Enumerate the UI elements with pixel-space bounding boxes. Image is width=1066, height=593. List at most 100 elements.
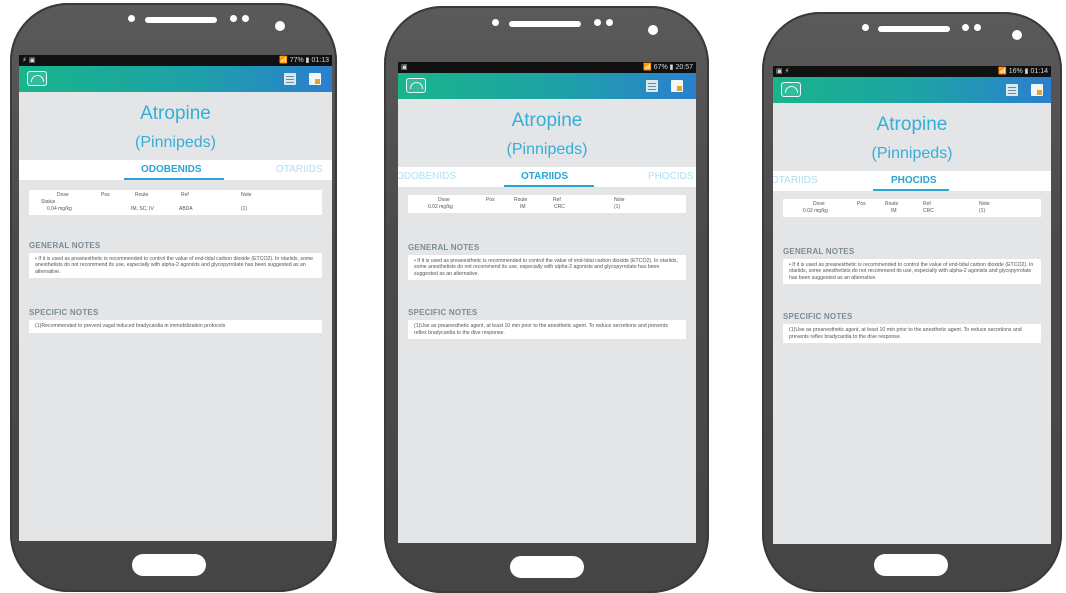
phone-sensor [492, 19, 499, 26]
tab-phocids[interactable]: PHOCIDS [891, 175, 937, 186]
phone-sensor [242, 15, 249, 22]
phone-sensor [230, 15, 237, 22]
route-value: IM [520, 204, 526, 210]
general-notes-heading: GENERAL NOTES [408, 243, 480, 252]
status-left: ▣ ⚡ [776, 68, 790, 75]
status-right: 📶 77% ▮ 01:13 [279, 57, 329, 64]
general-notes-text: • If it is used as preanesthetic is reco… [29, 253, 322, 279]
app-screen: ⚡ ▣ 📶 77% ▮ 01:13 Atropine (Pinnipeds) O… [19, 55, 332, 541]
tab-odobenids[interactable]: ODOBENIDS [141, 164, 202, 175]
active-tab-indicator [873, 189, 949, 191]
specific-notes-text: (1)Use as preanesthetic agent, at least … [783, 324, 1041, 344]
app-bar [19, 66, 332, 92]
specific-notes-heading: SPECIFIC NOTES [408, 308, 478, 318]
specific-notes-heading: SPECIFIC NOTES [783, 312, 853, 322]
app-logo-icon[interactable] [27, 71, 47, 86]
col-ref: Ref [553, 197, 561, 203]
front-camera [1012, 30, 1022, 40]
general-notes-text: • If it is used as preanesthetic is reco… [408, 255, 686, 281]
edit-note-icon[interactable] [309, 73, 321, 85]
front-camera [648, 25, 658, 35]
dose-value-row: 0.04 mg/kg IM, SC, IV ABDA (1) [29, 206, 322, 213]
specific-notes-text: (1)Recommended to prevent vagal induced … [29, 320, 322, 333]
phone-sensor [128, 15, 135, 22]
dose-header-row: Dose Pos Route Ref Note [783, 201, 1041, 208]
home-button[interactable] [132, 554, 206, 576]
drug-subtitle: (Pinnipeds) [506, 141, 588, 158]
status-left: ▣ [401, 64, 408, 71]
ref-value: CRC [923, 208, 934, 214]
note-value: (1) [241, 206, 248, 212]
phone-speaker [509, 21, 581, 27]
phone-sensor [862, 24, 869, 31]
app-logo-icon[interactable] [406, 78, 426, 93]
phone-sensor [974, 24, 981, 31]
dose-value: 0.02 mg/kg [803, 208, 828, 214]
note-value: (1) [614, 204, 621, 210]
route-value: IM, SC, IV [131, 206, 154, 212]
dose-header-row: Dose Pos Route Ref Note [408, 197, 686, 204]
status-bar: ▣ ⚡ 📶 16% ▮ 01:14 [773, 66, 1051, 77]
app-bar [773, 77, 1051, 103]
tab-otariids[interactable]: OTARIIDS [521, 171, 568, 182]
dose-value: 0.04 mg/kg [47, 206, 72, 212]
status-bar: ▣ 📶 67% ▮ 20:57 [398, 62, 696, 73]
specific-notes-text: (1)Use as preanesthetic agent, at least … [408, 320, 686, 340]
app-screen: ▣ 📶 67% ▮ 20:57 Atropine (Pinnipeds) ODO… [398, 62, 696, 543]
note-value: (1) [979, 208, 986, 214]
col-dose: Dose [438, 197, 450, 203]
drug-title: Atropine [876, 114, 948, 135]
front-camera [275, 21, 285, 31]
col-route: Route [135, 192, 149, 198]
dose-table: Dose Pos Route Ref Note 0.02 mg/kg IM CR… [408, 195, 686, 213]
col-status: Status [41, 199, 56, 205]
phone-speaker [145, 17, 217, 23]
specific-notes-heading: SPECIFIC NOTES [29, 308, 99, 318]
general-notes-heading: GENERAL NOTES [783, 247, 855, 256]
list-icon[interactable] [284, 73, 296, 85]
col-dose: Dose [813, 201, 825, 207]
dose-value-row: 0.02 mg/kg IM CRC (1) [408, 204, 686, 211]
app-logo-icon[interactable] [781, 82, 801, 97]
status-bar: ⚡ ▣ 📶 77% ▮ 01:13 [19, 55, 332, 66]
phone-sensor [606, 19, 613, 26]
col-pos: Pos [101, 192, 110, 198]
list-icon[interactable] [1006, 84, 1018, 96]
dose-header-row-2: Status [29, 199, 322, 206]
col-ref: Ref [923, 201, 931, 207]
drug-title: Atropine [511, 110, 583, 131]
edit-note-icon[interactable] [671, 80, 683, 92]
list-icon[interactable] [646, 80, 658, 92]
ref-value: CRC [554, 204, 565, 210]
tab-phocids[interactable]: PHOCIDS [648, 171, 694, 182]
home-button[interactable] [510, 556, 584, 578]
status-right: 📶 16% ▮ 01:14 [998, 68, 1048, 75]
general-notes-heading: GENERAL NOTES [29, 241, 101, 250]
tab-otariids[interactable]: OTARIIDS [773, 175, 817, 186]
home-button[interactable] [874, 554, 948, 576]
phone-otariids: ▣ 📶 67% ▮ 20:57 Atropine (Pinnipeds) ODO… [384, 6, 709, 593]
general-notes-text: • If it is used as preanesthetic is reco… [783, 259, 1041, 285]
app-bar [398, 73, 696, 99]
active-tab-indicator [504, 185, 594, 187]
app-screen: ▣ ⚡ 📶 16% ▮ 01:14 Atropine (Pinnipeds) O… [773, 66, 1051, 544]
tab-otariids[interactable]: OTARIIDS [276, 164, 322, 175]
family-tabs: ODOBENIDS OTARIIDS [19, 160, 332, 180]
dose-value: 0.02 mg/kg [428, 204, 453, 210]
active-tab-indicator [124, 178, 224, 180]
col-note: Note [614, 197, 625, 203]
family-tabs: ODOBENIDS OTARIIDS PHOCIDS [398, 167, 696, 187]
dose-table: Dose Pos Route Ref Note 0.02 mg/kg IM CR… [783, 199, 1041, 217]
phone-odobenids: ⚡ ▣ 📶 77% ▮ 01:13 Atropine (Pinnipeds) O… [10, 3, 337, 592]
route-value: IM [891, 208, 897, 214]
drug-title: Atropine [140, 103, 211, 124]
dose-table: Dose Pos Route Ref Note Status 0.04 mg/k… [29, 190, 322, 215]
edit-note-icon[interactable] [1031, 84, 1043, 96]
col-note: Note [979, 201, 990, 207]
col-note: Note [241, 192, 252, 198]
col-dose: Dose [57, 192, 69, 198]
status-right: 📶 67% ▮ 20:57 [643, 64, 693, 71]
phone-speaker [878, 26, 950, 32]
col-ref: Ref [181, 192, 189, 198]
tab-odobenids[interactable]: ODOBENIDS [398, 171, 456, 182]
